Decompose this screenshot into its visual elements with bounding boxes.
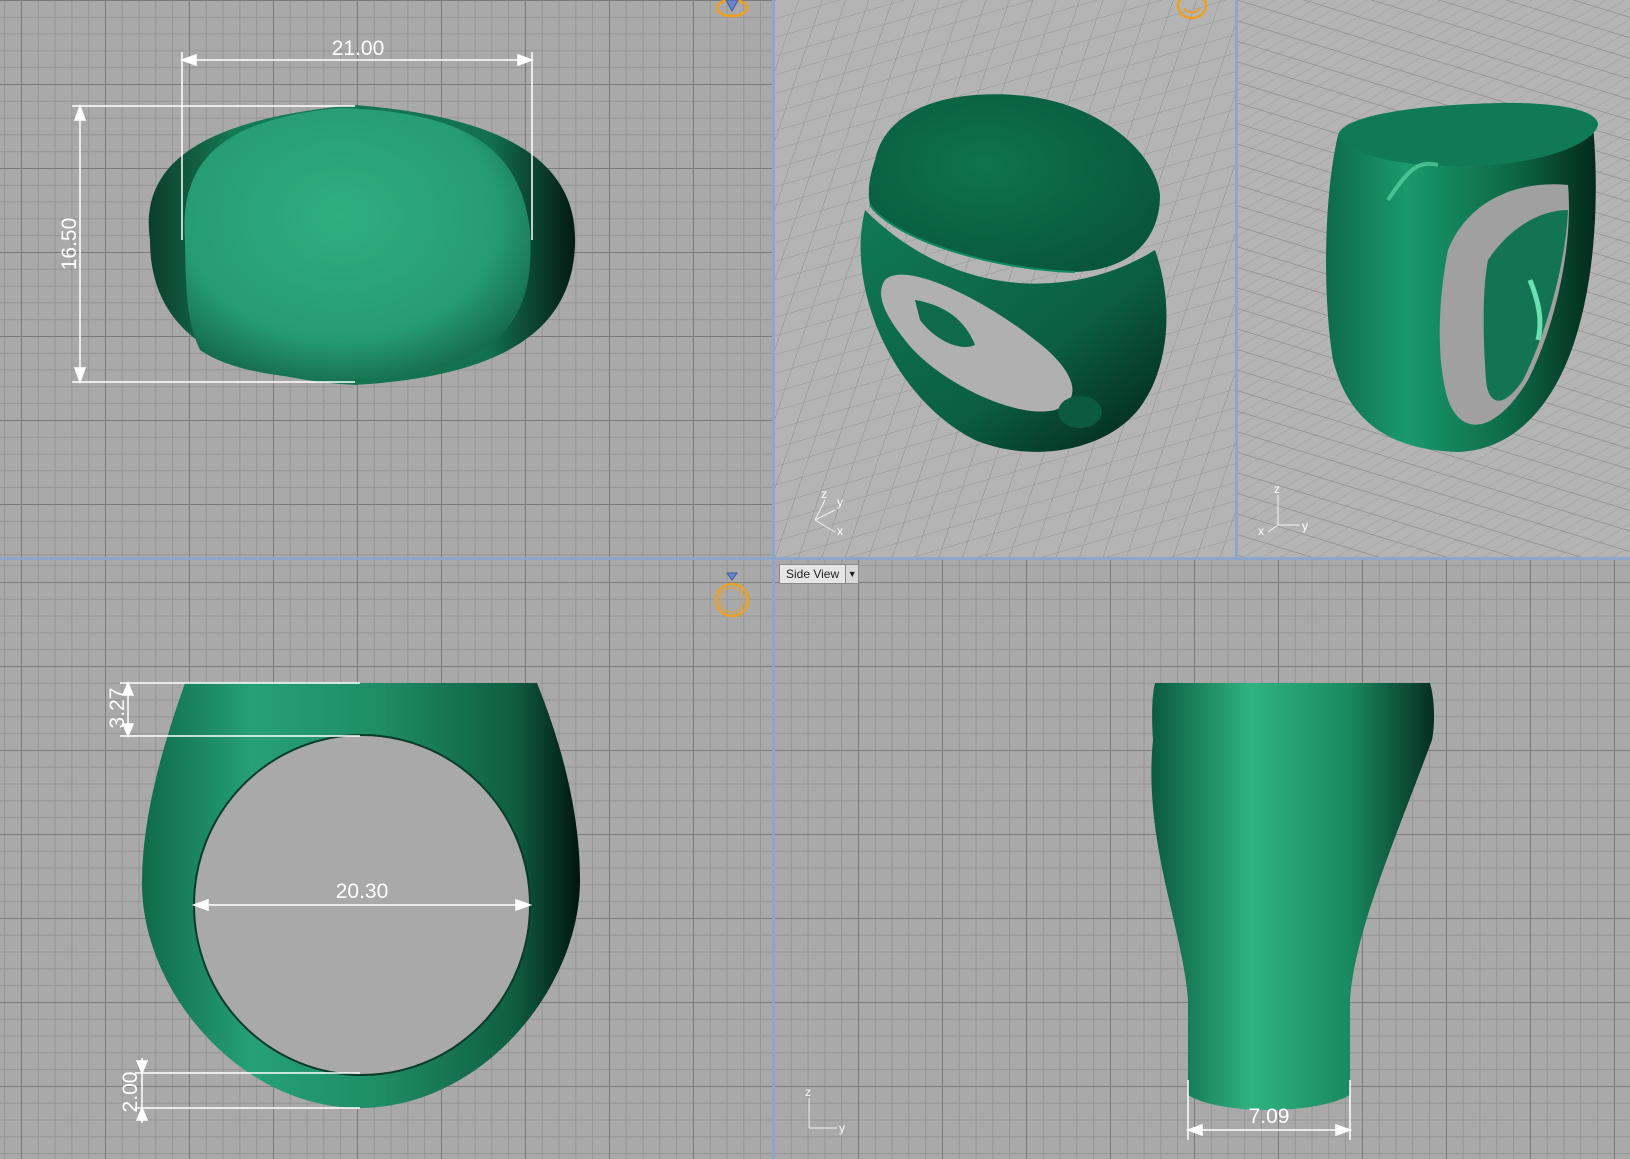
axis-x-label: x bbox=[837, 524, 843, 538]
dimension-inner-diameter-label: 20.30 bbox=[336, 880, 389, 903]
dropdown-arrow-icon[interactable]: ▼ bbox=[845, 565, 859, 583]
ring-with-gem-icon[interactable] bbox=[712, 0, 752, 24]
axis-z-label: z bbox=[805, 1085, 811, 1099]
top-view-canvas: 21.00 16.50 bbox=[58, 37, 576, 385]
viewport-divider-vertical[interactable] bbox=[772, 0, 775, 1159]
signet-face bbox=[184, 108, 531, 380]
axis-y-label: y bbox=[837, 495, 843, 509]
viewport-front[interactable]: 3.27 20.30 2.00 bbox=[0, 560, 772, 1159]
perspective-1-canvas: z y x bbox=[775, 0, 1235, 557]
side-view-tab[interactable]: Side View ▼ bbox=[779, 564, 860, 584]
perspective-2-canvas: z x y bbox=[1238, 0, 1630, 557]
dimension-bottom-width-label: 7.09 bbox=[1249, 1105, 1290, 1128]
viewport-top[interactable]: 21.00 16.50 bbox=[0, 0, 772, 557]
front-view-canvas: 3.27 20.30 2.00 bbox=[106, 681, 580, 1123]
axis-gizmo-side bbox=[808, 1098, 837, 1129]
viewport-divider-horizontal[interactable] bbox=[0, 557, 1630, 560]
dimension-bottom-thickness-label: 2.00 bbox=[119, 1072, 142, 1113]
axis-y-label: y bbox=[1302, 519, 1308, 533]
dimension-top-thickness-label: 3.27 bbox=[106, 688, 129, 729]
dimension-height-label: 16.50 bbox=[58, 218, 81, 271]
ring-body-side bbox=[1151, 683, 1435, 1110]
viewport-side[interactable]: 7.09 z y bbox=[775, 560, 1630, 1159]
axis-x-label: x bbox=[1258, 524, 1264, 538]
viewport-perspective-2[interactable]: z x y bbox=[1238, 0, 1630, 557]
axis-y-label: y bbox=[839, 1121, 845, 1135]
ring-with-gem-icon[interactable] bbox=[712, 570, 752, 624]
viewport-perspective-1[interactable]: z y x bbox=[775, 0, 1235, 557]
axis-z-label: z bbox=[821, 487, 827, 501]
dimension-width-label: 21.00 bbox=[332, 37, 385, 60]
axis-z-label: z bbox=[1274, 482, 1280, 496]
ring-icon[interactable] bbox=[1172, 0, 1212, 24]
side-view-canvas: 7.09 z y bbox=[805, 683, 1435, 1140]
view-name-label: Side View bbox=[786, 567, 840, 581]
viewport-divider-vertical-top[interactable] bbox=[1235, 0, 1238, 557]
